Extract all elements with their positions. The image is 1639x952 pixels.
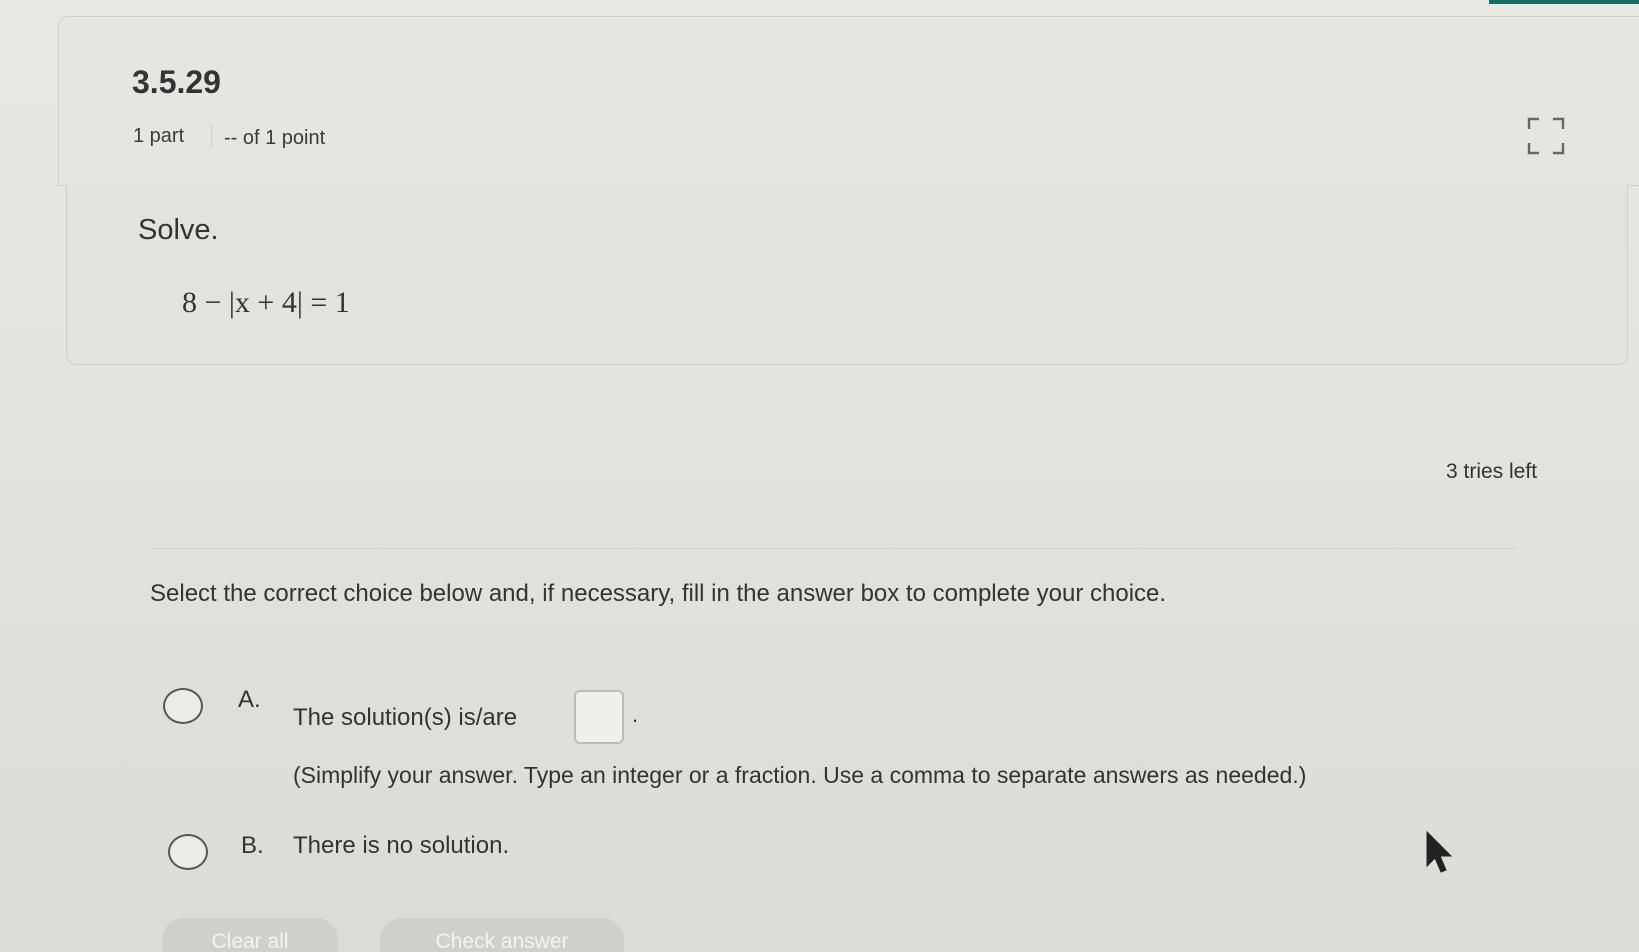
choice-b-letter: B. <box>241 832 264 859</box>
top-accent-bar <box>1489 0 1639 4</box>
problem-instruction: Solve. <box>138 214 219 246</box>
question-header <box>58 16 1639 186</box>
choice-a-letter: A. <box>238 686 261 713</box>
header-divider <box>211 124 212 148</box>
problem-card <box>66 184 1628 365</box>
question-number: 3.5.29 <box>132 64 221 100</box>
choice-a-text: The solution(s) is/are <box>293 704 518 731</box>
mouse-pointer-icon <box>1426 830 1453 873</box>
question-page: 3.5.29 1 part -- of 1 point Solve. 8 − |… <box>0 0 1639 952</box>
choice-a-radio[interactable] <box>163 688 203 724</box>
section-divider <box>150 548 1518 549</box>
check-answer-button[interactable]: Check answer <box>380 918 624 952</box>
equation: 8 − |x + 4| = 1 <box>182 286 350 319</box>
tries-left: 3 tries left <box>1446 460 1538 483</box>
answer-input[interactable] <box>574 690 624 744</box>
choice-a-hint: (Simplify your answer. Type an integer o… <box>293 762 1307 788</box>
expand-button[interactable] <box>1525 115 1567 157</box>
choice-b-radio[interactable] <box>168 834 208 870</box>
choice-b-text: There is no solution. <box>293 832 510 859</box>
points-label: -- of 1 point <box>224 127 326 149</box>
expand-icon <box>1527 117 1565 155</box>
answer-instruction: Select the correct choice below and, if … <box>150 580 1167 607</box>
clear-all-button[interactable]: Clear all <box>162 918 338 952</box>
answer-period: . <box>632 702 639 727</box>
parts-label: 1 part <box>133 125 185 147</box>
